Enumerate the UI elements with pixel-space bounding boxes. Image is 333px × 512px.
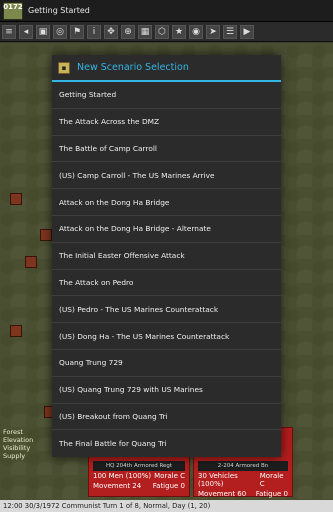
toolbar: ≡ ◂ ▣ ◎ ⚑ i ✥ ⊕ ▦ ⬡ ★ ◉ ➤ ☰ ▶: [0, 22, 333, 42]
zoom-icon[interactable]: ⊕: [121, 24, 135, 39]
back-icon[interactable]: ◂: [19, 24, 33, 39]
app-icon: 0172: [3, 1, 23, 20]
title-bar: 0172 Getting Started: [0, 0, 333, 22]
scenario-item[interactable]: The Battle of Camp Carroll: [52, 136, 281, 163]
unit-name: HQ 204th Armored Regt: [93, 461, 185, 471]
scenario-item[interactable]: (US) Quang Trung 729 with US Marines: [52, 377, 281, 404]
grid-icon[interactable]: ▦: [138, 24, 152, 39]
terrain-visibility: Visibility: [3, 444, 31, 452]
move-icon[interactable]: ✥: [104, 24, 118, 39]
scenario-item[interactable]: The Final Battle for Quang Tri: [52, 430, 281, 457]
terrain-type: Forest: [3, 428, 23, 436]
unit-movement: Movement 24: [93, 482, 142, 490]
terrain-supply: Supply: [3, 452, 26, 460]
menu-icon[interactable]: ≡: [2, 24, 16, 39]
dialog-title: New Scenario Selection: [77, 62, 189, 73]
info-icon[interactable]: i: [87, 24, 101, 39]
unit-morale: Morale C: [259, 472, 284, 488]
unit-morale: Morale C: [154, 472, 185, 480]
scenario-item[interactable]: The Attack on Pedro: [52, 270, 281, 297]
terrain-elevation: Elevation: [3, 436, 34, 444]
scenario-item[interactable]: Getting Started: [52, 82, 281, 109]
scenario-list: Getting Started The Attack Across the DM…: [52, 82, 281, 457]
hex-icon[interactable]: ⬡: [155, 24, 169, 39]
scenario-item[interactable]: Attack on the Dong Ha Bridge: [52, 189, 281, 216]
unit-fatigue: Fatigue 0: [255, 490, 288, 498]
status-bar: 12:00 30/3/1972 Communist Turn 1 of 8, N…: [0, 500, 333, 512]
scenario-selection-dialog: ▪ New Scenario Selection Getting Started…: [52, 55, 281, 457]
eye-icon[interactable]: ◉: [189, 24, 203, 39]
unit-name: 2-204 Armored Bn: [198, 461, 288, 471]
dialog-app-icon: ▪: [58, 61, 70, 74]
unit-strength: 30 Vehicles (100%): [198, 472, 238, 488]
flag-icon[interactable]: ⚑: [70, 24, 84, 39]
scenario-item[interactable]: The Attack Across the DMZ: [52, 109, 281, 136]
unit-icon[interactable]: ▣: [36, 24, 50, 39]
scenario-item[interactable]: The Initial Easter Offensive Attack: [52, 243, 281, 270]
target-icon[interactable]: ◎: [53, 24, 67, 39]
unit-fatigue: Fatigue 0: [152, 482, 185, 490]
scenario-item[interactable]: (US) Breakout from Quang Tri: [52, 404, 281, 431]
unit-strength: 100 Men (100%): [93, 472, 152, 480]
scenario-item[interactable]: Attack on the Dong Ha Bridge - Alternate: [52, 216, 281, 243]
terrain-info: Forest Elevation Visibility Supply: [3, 428, 43, 464]
end-turn-icon[interactable]: ▶: [240, 24, 254, 39]
dialog-header: ▪ New Scenario Selection: [52, 55, 281, 82]
window-title: Getting Started: [28, 6, 90, 15]
list-icon[interactable]: ☰: [223, 24, 237, 39]
cursor-icon[interactable]: ➤: [206, 24, 220, 39]
scenario-item[interactable]: (US) Camp Carroll - The US Marines Arriv…: [52, 162, 281, 190]
scenario-item[interactable]: (US) Dong Ha - The US Marines Counteratt…: [52, 323, 281, 350]
unit-movement: Movement 60: [198, 490, 247, 498]
star-icon[interactable]: ★: [172, 24, 186, 39]
scenario-item[interactable]: Quang Trung 729: [52, 350, 281, 377]
scenario-item[interactable]: (US) Pedro - The US Marines Counterattac…: [52, 296, 281, 324]
